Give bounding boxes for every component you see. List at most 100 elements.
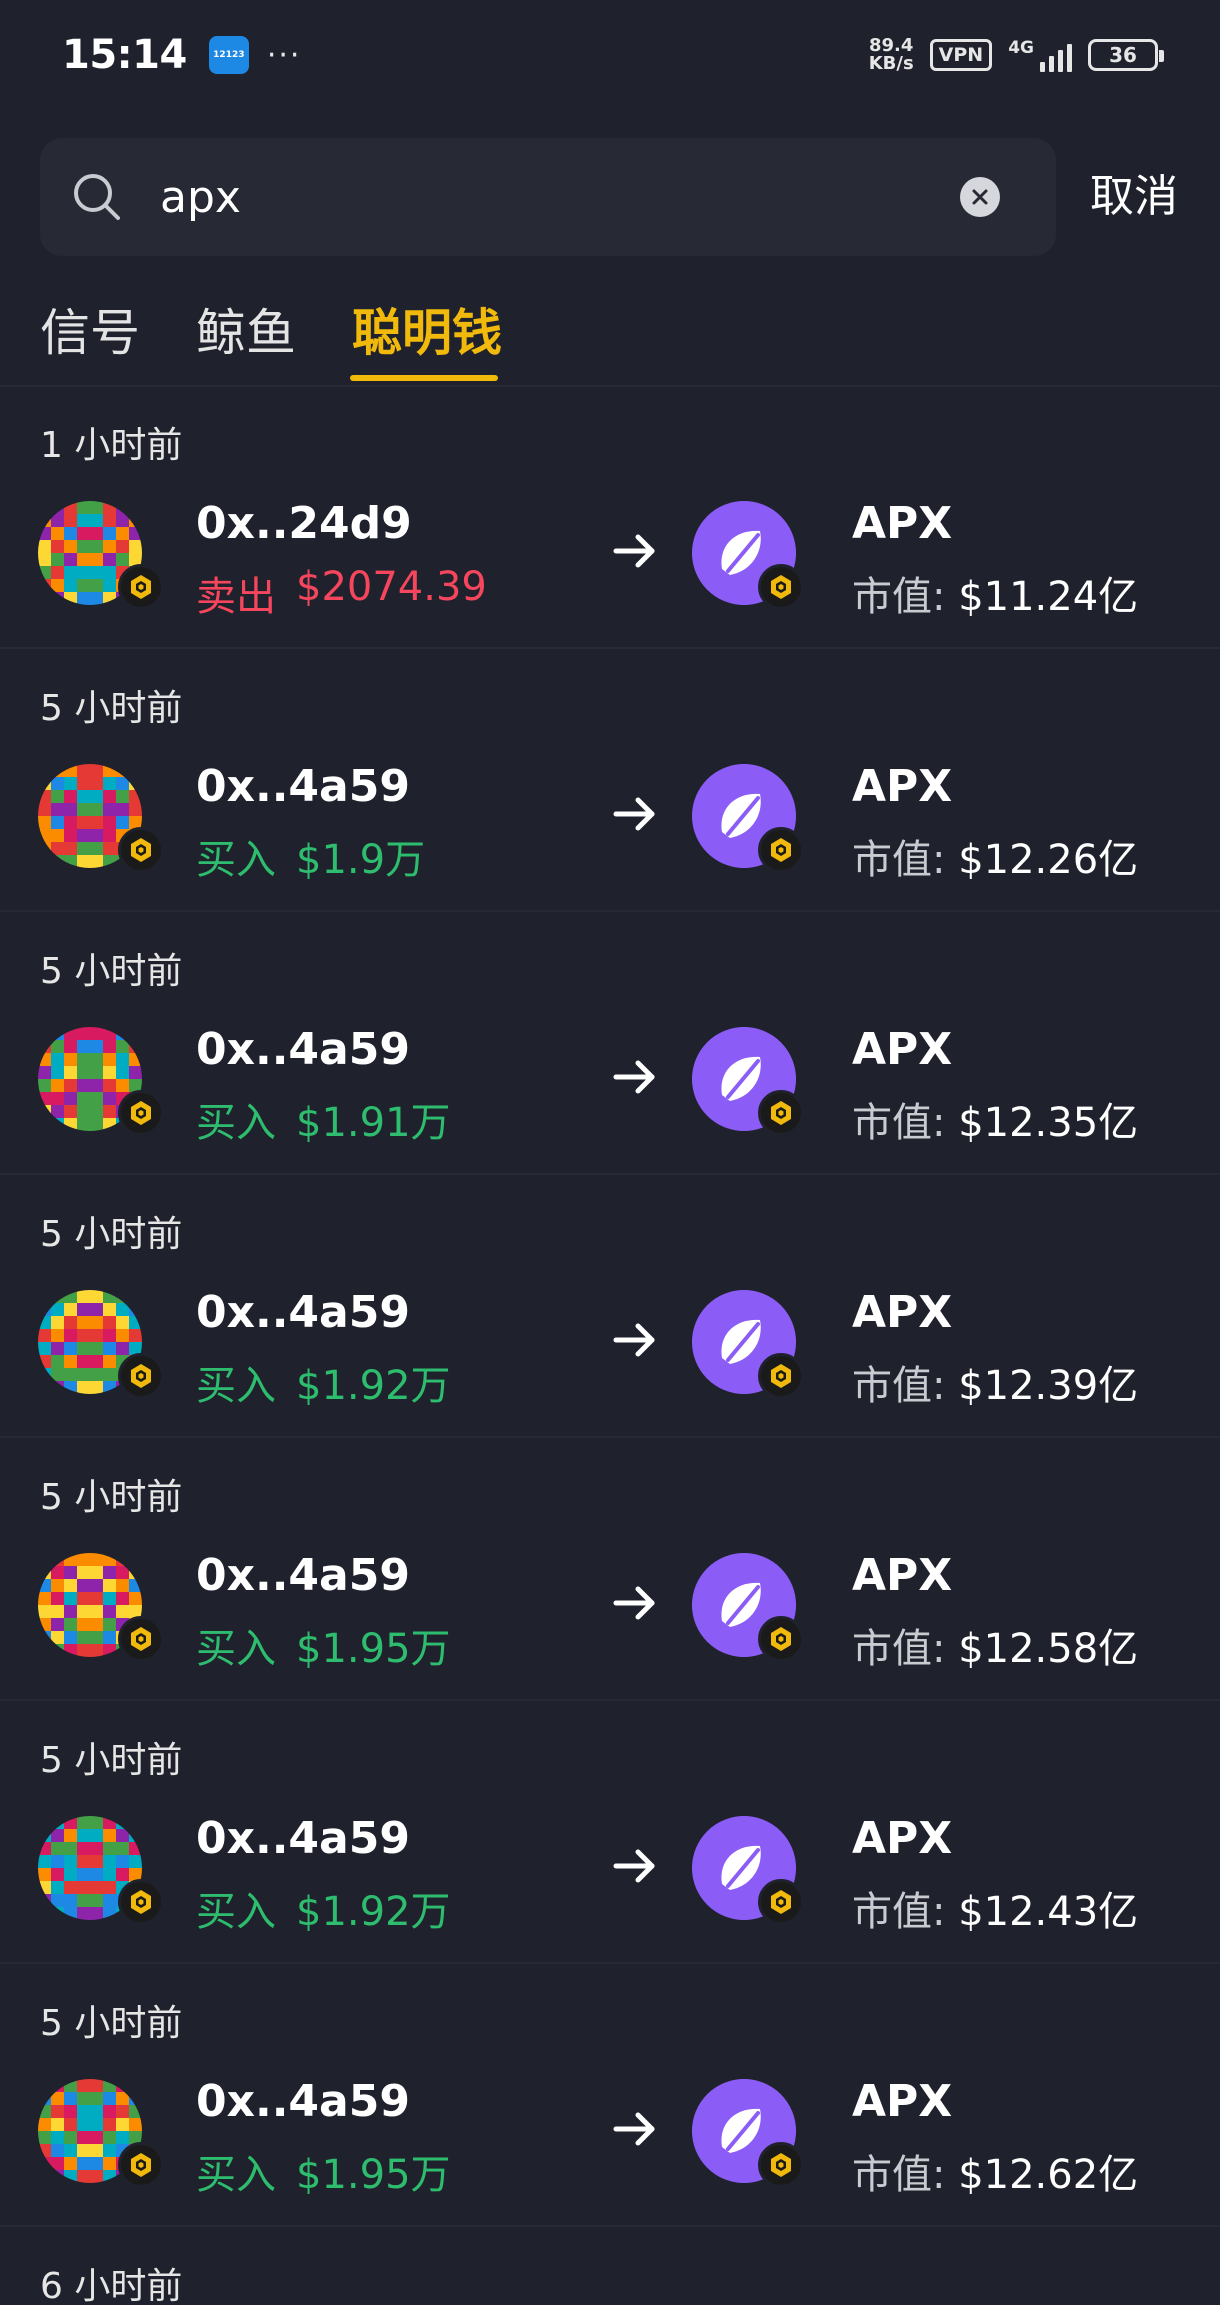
market-cap-label: 市值: [852, 1363, 946, 1409]
trade-list-item[interactable]: 5 小时前 0x..4a59 买入 $1.91万 APX 市值: $12.35亿 [0, 912, 1220, 1175]
market-cap-label: 市值: [852, 2152, 946, 2198]
market-cap: 市值: $12.35亿 [852, 1090, 1138, 1148]
status-indicators: 89.4 KB/s VPN 4G 36 [869, 37, 1164, 73]
app-notification-icon: 12123 [208, 36, 249, 74]
trade-info: 买入 $1.92万 [196, 1353, 451, 1411]
clear-search-button[interactable] [960, 177, 1000, 217]
token-symbol: APX [852, 1024, 953, 1075]
net-speed-unit: KB/s [868, 53, 914, 74]
bnb-chain-icon [118, 1879, 164, 1925]
bnb-chain-icon [118, 1090, 164, 1136]
trade-list-item[interactable]: 5 小时前 0x..4a59 买入 $1.92万 [0, 1175, 1220, 1438]
trade-time: 6 小时前 [40, 2266, 183, 2305]
bnb-chain-icon [758, 1353, 804, 1399]
signal-bar [1067, 44, 1072, 72]
tab-signals[interactable]: 信号 [40, 290, 140, 386]
bnb-chain-icon [118, 564, 164, 610]
trade-action: 买入 [196, 1100, 276, 1146]
status-bar: 15:14 12123 ··· 89.4 KB/s VPN 4G 36 [0, 0, 1220, 110]
signal-bar [1040, 62, 1045, 72]
token-symbol: APX [852, 1287, 953, 1338]
trade-info: 买入 $1.92万 [196, 1879, 451, 1937]
trade-list-item[interactable]: 5 小时前 0x..4a59 买入 $1.92万 [0, 1701, 1220, 1964]
vpn-icon: VPN [929, 39, 993, 71]
token-symbol: APX [852, 2076, 953, 2127]
market-cap: 市值: $12.39亿 [852, 1353, 1138, 1411]
signal-icon: 4G [1008, 38, 1072, 72]
market-cap-value: $12.58亿 [958, 1626, 1139, 1672]
trade-amount: $1.95万 [296, 1626, 451, 1672]
cancel-button[interactable]: 取消 [1090, 138, 1178, 256]
trade-time: 1 小时前 [40, 425, 183, 466]
trade-action: 买入 [196, 1363, 276, 1409]
token-symbol: APX [852, 1550, 953, 1601]
active-tab-indicator [350, 375, 498, 381]
bnb-chain-icon [118, 1616, 164, 1662]
token-symbol: APX [852, 761, 953, 812]
trade-time: 5 小时前 [40, 1740, 183, 1781]
market-cap: 市值: $12.26亿 [852, 827, 1138, 885]
signal-bar [1058, 50, 1063, 72]
bnb-chain-icon [758, 1879, 804, 1925]
trade-action: 买入 [196, 2152, 276, 2198]
market-cap-value: $12.35亿 [958, 1100, 1139, 1146]
wallet-address: 0x..4a59 [196, 1550, 410, 1601]
arrow-right-icon [613, 1060, 655, 1094]
wallet-address: 0x..4a59 [196, 1813, 410, 1864]
trade-info: 卖出 $2074.39 [196, 564, 487, 622]
wallet-address: 0x..4a59 [196, 1287, 410, 1338]
battery-level: 36 [1109, 43, 1137, 67]
trade-list-item[interactable]: 5 小时前 0x..4a59 买入 $1.95万 [0, 1438, 1220, 1701]
wallet-address: 0x..4a59 [196, 2076, 410, 2127]
arrow-right-icon [613, 1586, 655, 1620]
market-cap: 市值: $12.58亿 [852, 1616, 1138, 1674]
market-cap-value: $12.62亿 [958, 2152, 1139, 2198]
market-cap-value: $12.39亿 [958, 1363, 1139, 1409]
tab-smart-money[interactable]: 聪明钱 [352, 290, 502, 386]
trade-action: 买入 [196, 1626, 276, 1672]
search-input[interactable] [160, 138, 960, 256]
trade-info: 买入 $1.9万 [196, 827, 425, 885]
search-box[interactable] [40, 138, 1056, 256]
net-speed: 89.4 KB/s [869, 37, 914, 73]
search-icon [74, 174, 120, 220]
trade-amount: $2074.39 [296, 564, 487, 610]
market-cap-value: $12.26亿 [958, 837, 1139, 883]
bnb-chain-icon [758, 1090, 804, 1136]
trade-info: 买入 $1.91万 [196, 1090, 451, 1148]
market-cap: 市值: $11.24亿 [852, 564, 1138, 622]
arrow-right-icon [613, 1849, 655, 1883]
arrow-right-icon [613, 797, 655, 831]
trade-time: 5 小时前 [40, 951, 183, 992]
trade-list-item[interactable]: 6 小时前 [0, 2227, 1220, 2305]
trade-amount: $1.9万 [296, 837, 426, 883]
trade-list-item[interactable]: 5 小时前 0x..4a59 买入 $1.95万 [0, 1964, 1220, 2227]
tab-whales[interactable]: 鲸鱼 [196, 290, 296, 386]
more-notifications-icon: ··· [266, 37, 302, 73]
trade-amount: $1.92万 [296, 1363, 451, 1409]
status-time: 15:14 [62, 32, 187, 78]
market-cap: 市值: $12.62亿 [852, 2142, 1138, 2200]
trade-list-item[interactable]: 5 小时前 0x..4a59 买入 $1.9万 APX 市值: $12.26亿 [0, 649, 1220, 912]
arrow-right-icon [613, 2112, 655, 2146]
smart-money-trade-list: 1 小时前 0x..24d9 卖出 $2074.39 APX 市值: $11.2… [0, 386, 1220, 2305]
app-root: 15:14 12123 ··· 89.4 KB/s VPN 4G 36 apx … [0, 0, 1220, 2305]
trade-time: 5 小时前 [40, 1214, 183, 1255]
market-cap-label: 市值: [852, 1889, 946, 1935]
market-cap-value: $11.24亿 [958, 574, 1139, 620]
signal-bar [1049, 56, 1054, 72]
arrow-right-icon [613, 534, 655, 568]
trade-list-item[interactable]: 1 小时前 0x..24d9 卖出 $2074.39 APX 市值: $11.2… [0, 386, 1220, 649]
arrow-right-icon [613, 1323, 655, 1357]
battery-icon: 36 [1088, 39, 1164, 71]
trade-amount: $1.95万 [296, 2152, 451, 2198]
token-symbol: APX [852, 1813, 953, 1864]
trade-time: 5 小时前 [40, 1477, 183, 1518]
wallet-address: 0x..24d9 [196, 498, 412, 549]
token-symbol: APX [852, 498, 953, 549]
trade-action: 买入 [196, 837, 276, 883]
bnb-chain-icon [118, 2142, 164, 2188]
wallet-address: 0x..4a59 [196, 1024, 410, 1075]
bnb-chain-icon [758, 2142, 804, 2188]
network-type: 4G [1008, 38, 1034, 58]
